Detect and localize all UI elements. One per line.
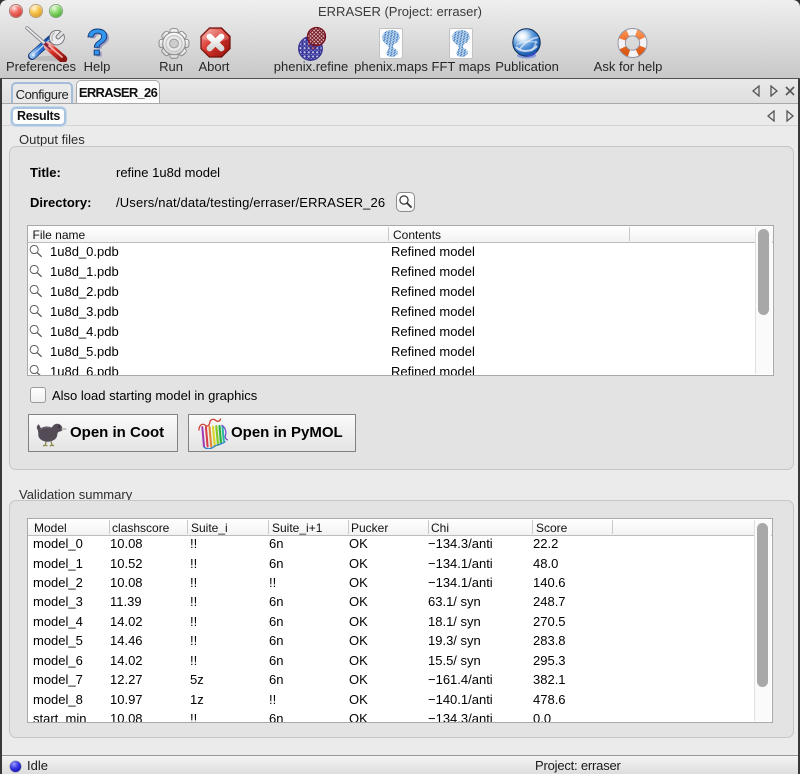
svg-text:?: ? — [86, 25, 109, 63]
